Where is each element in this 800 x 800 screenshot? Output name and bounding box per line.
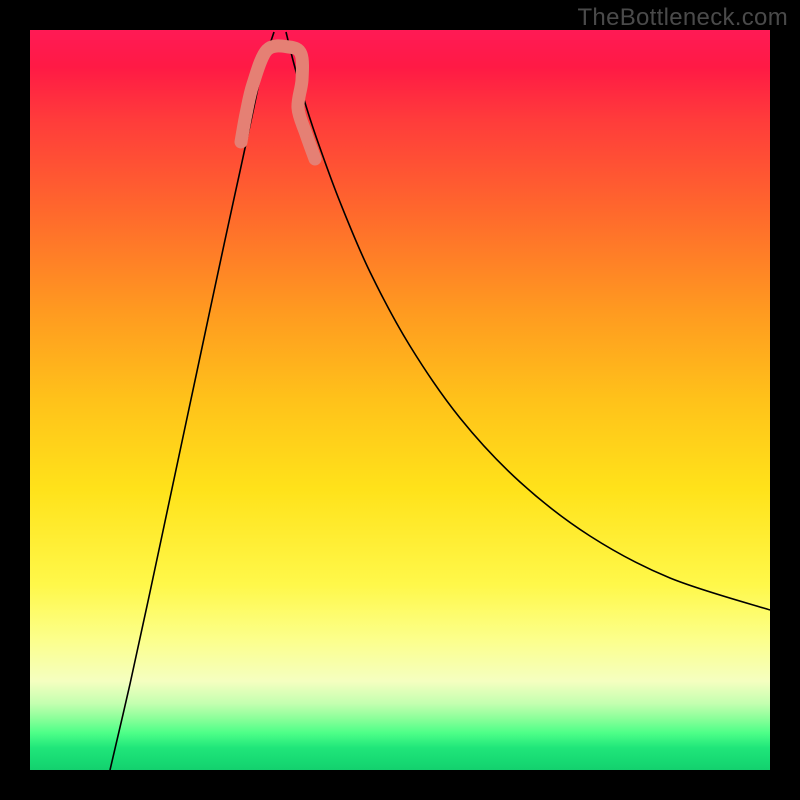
worm-overlay: [241, 46, 315, 159]
curve-left: [110, 32, 274, 770]
curve-right: [286, 32, 770, 610]
plot-svg: [30, 30, 770, 770]
watermark-text: TheBottleneck.com: [577, 4, 788, 32]
plot-frame: [30, 30, 770, 770]
